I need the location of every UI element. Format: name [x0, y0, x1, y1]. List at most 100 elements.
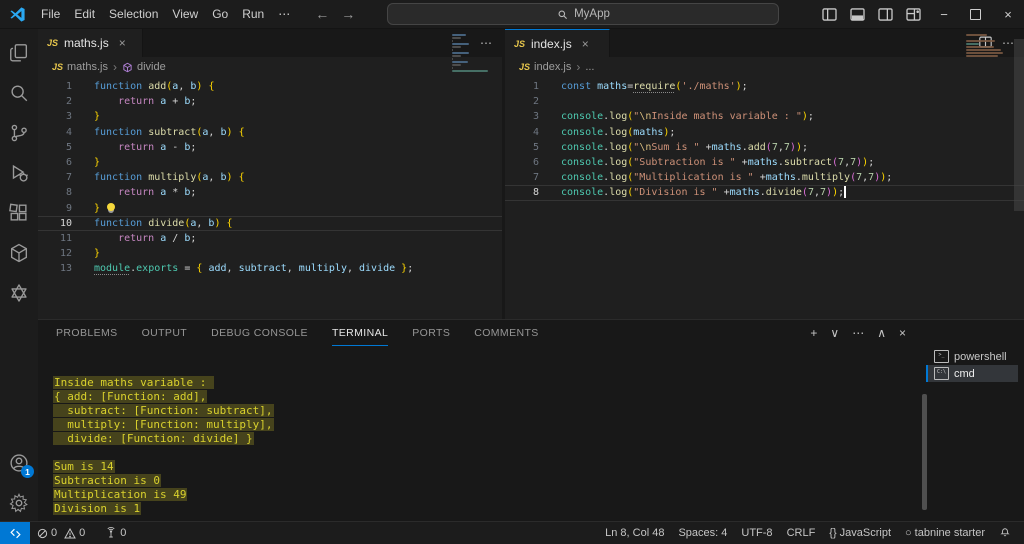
panel-more-icon[interactable]: ⋯ — [852, 326, 864, 340]
activity-extensions-icon[interactable] — [0, 195, 38, 231]
code-line-3: 3 console.log("\nInside maths variable : … — [505, 109, 1024, 124]
js-file-icon: JS — [514, 38, 526, 49]
restore-button[interactable] — [960, 0, 992, 28]
activity-account-icon[interactable]: 1 — [0, 445, 38, 481]
close-tab-icon[interactable]: × — [119, 36, 126, 50]
minimap[interactable] — [966, 34, 1010, 57]
breadcrumb-separator: › — [112, 60, 117, 74]
maximize-panel-icon[interactable]: ∧ — [877, 326, 886, 340]
menu-selection[interactable]: Selection — [102, 7, 165, 21]
ports-status[interactable]: 0 — [98, 522, 133, 544]
status-javascript[interactable]: {} JavaScript — [822, 527, 898, 539]
breadcrumb-item[interactable]: ... — [585, 61, 594, 73]
lightbulb-icon[interactable] — [107, 202, 116, 211]
tab-label: index.js — [531, 36, 572, 51]
code-line-8: 8 console.log("Division is " +maths.divid… — [505, 185, 1024, 200]
code-line-2: 2 — [505, 94, 1024, 109]
notifications-bell-icon[interactable] — [992, 527, 1018, 539]
panel-tab-comments[interactable]: COMMENTS — [474, 320, 538, 346]
panel-tab-terminal[interactable]: TERMINAL — [332, 320, 388, 346]
breadcrumb-item[interactable]: maths.js — [67, 61, 108, 73]
terminal-scrollbar[interactable] — [922, 394, 927, 510]
code-line-1: 1 const maths=require('./maths'); — [505, 79, 1024, 94]
panel-tab-output[interactable]: OUTPUT — [142, 320, 188, 346]
minimap[interactable] — [452, 34, 496, 72]
status-bar: 0 0 0 Ln 8, Col 48 Spaces: 4 UTF-8 CRLF {} Ja… — [0, 521, 1024, 544]
tab-bar: JS maths.js × ⋯ — [38, 29, 502, 58]
status-item-label: UTF-8 — [741, 527, 773, 539]
activity-explorer-icon[interactable] — [0, 35, 38, 71]
terminal-output[interactable]: Inside maths variable : { add: [Function… — [38, 346, 924, 521]
line-number: 3 — [65, 111, 72, 123]
toggle-sidebar-icon[interactable] — [816, 0, 844, 28]
problems-status[interactable]: 0 0 — [30, 522, 92, 544]
terminal-line: Multiplication is 49 — [53, 488, 188, 501]
editor-scrollbar[interactable] — [1014, 39, 1024, 211]
code-editor-index[interactable]: 1 const maths=require('./maths'); 2 3 consol… — [505, 76, 1024, 319]
activity-package-icon[interactable] — [0, 235, 38, 271]
menu-overflow-button[interactable]: ⋯ — [271, 7, 297, 21]
powershell-terminal-icon: >_ — [934, 350, 949, 363]
breadcrumb[interactable]: JS maths.js › divide — [38, 58, 502, 76]
code-editor-maths[interactable]: 1 function add(a, b) {2 return a + b; 3} 4 fu… — [38, 76, 502, 319]
status-spaces-4[interactable]: Spaces: 4 — [671, 527, 734, 539]
toggle-secondary-sidebar-icon[interactable] — [872, 0, 900, 28]
breadcrumb[interactable]: JS index.js ›... — [505, 58, 1024, 76]
status-crlf[interactable]: CRLF — [780, 527, 823, 539]
js-file-icon: JS — [519, 62, 531, 72]
warnings-icon — [64, 527, 76, 539]
errors-icon — [37, 528, 48, 539]
status-item-icon: {} — [829, 527, 837, 539]
terminal-line: divide: [Function: divide] } — [53, 432, 254, 445]
breadcrumb-item[interactable]: divide — [137, 61, 166, 73]
new-terminal-icon[interactable]: + — [810, 326, 817, 340]
terminal-dropdown-icon[interactable]: ∨ — [830, 326, 839, 340]
activity-settings-icon[interactable] — [0, 485, 38, 521]
status-item-label: Ln 8, Col 48 — [605, 527, 665, 539]
close-tab-icon[interactable]: × — [582, 37, 589, 51]
status-right: Ln 8, Col 48 Spaces: 4 UTF-8 CRLF {} JavaScri… — [598, 527, 1024, 539]
history-back-icon[interactable]: ← — [315, 6, 329, 22]
breadcrumb-item[interactable]: index.js — [534, 61, 571, 73]
tab-index-js[interactable]: JS index.js × — [505, 29, 610, 57]
tab-maths-js[interactable]: JS maths.js × — [38, 29, 143, 57]
activity-run-debug-icon[interactable] — [0, 155, 38, 191]
warning-count: 0 — [79, 527, 86, 539]
menu-file[interactable]: File — [34, 7, 67, 21]
close-window-button[interactable]: × — [992, 0, 1024, 28]
toggle-panel-icon[interactable] — [844, 0, 872, 28]
js-file-icon: JS — [47, 38, 59, 48]
close-panel-icon[interactable]: × — [899, 326, 906, 340]
panel-tab-problems[interactable]: PROBLEMS — [56, 320, 118, 346]
remote-indicator[interactable] — [0, 522, 30, 544]
status-utf-8[interactable]: UTF-8 — [734, 527, 779, 539]
command-center-search[interactable]: MyApp — [387, 3, 780, 25]
editor-group-index: JS index.js × ⋯ JS index.js ›... 1 const ma… — [502, 29, 1024, 319]
minimize-button[interactable]: − — [928, 0, 960, 28]
status-tabnine-starter[interactable]: ○ tabnine starter — [898, 527, 992, 539]
code-line-4: 4 console.log(maths); — [505, 125, 1024, 140]
panel-tab-debug-console[interactable]: DEBUG CONSOLE — [211, 320, 308, 346]
activity-openai-icon[interactable] — [0, 275, 38, 311]
code-line-12: 12} — [38, 246, 502, 261]
terminal-session-powershell[interactable]: >_ powershell — [926, 348, 1018, 365]
terminal-line: Subtraction is 0 — [53, 474, 161, 487]
editor-group-maths: JS maths.js × ⋯ JS maths.js › divide 1 funct… — [38, 29, 502, 319]
activity-source-control-icon[interactable] — [0, 115, 38, 151]
menu-edit[interactable]: Edit — [67, 7, 102, 21]
menu-go[interactable]: Go — [205, 7, 235, 21]
menu-bar: File Edit Selection View Go Run — [34, 7, 271, 21]
code-line-8: 8 return a * b; — [38, 185, 502, 200]
terminal-line: Sum is 14 — [53, 460, 115, 473]
history-forward-icon[interactable]: → — [341, 6, 355, 22]
terminal-session-list: >_ powershell C:\ cmd — [926, 348, 1018, 382]
terminal-session-cmd[interactable]: C:\ cmd — [926, 365, 1018, 382]
customize-layout-icon[interactable] — [900, 0, 928, 28]
panel-tab-ports[interactable]: PORTS — [412, 320, 450, 346]
menu-run[interactable]: Run — [235, 7, 271, 21]
menu-view[interactable]: View — [165, 7, 205, 21]
activity-bar: 1 — [0, 29, 38, 521]
line-number: 9 — [65, 202, 72, 214]
activity-search-icon[interactable] — [0, 75, 38, 111]
status-ln-8-col-48[interactable]: Ln 8, Col 48 — [598, 527, 671, 539]
